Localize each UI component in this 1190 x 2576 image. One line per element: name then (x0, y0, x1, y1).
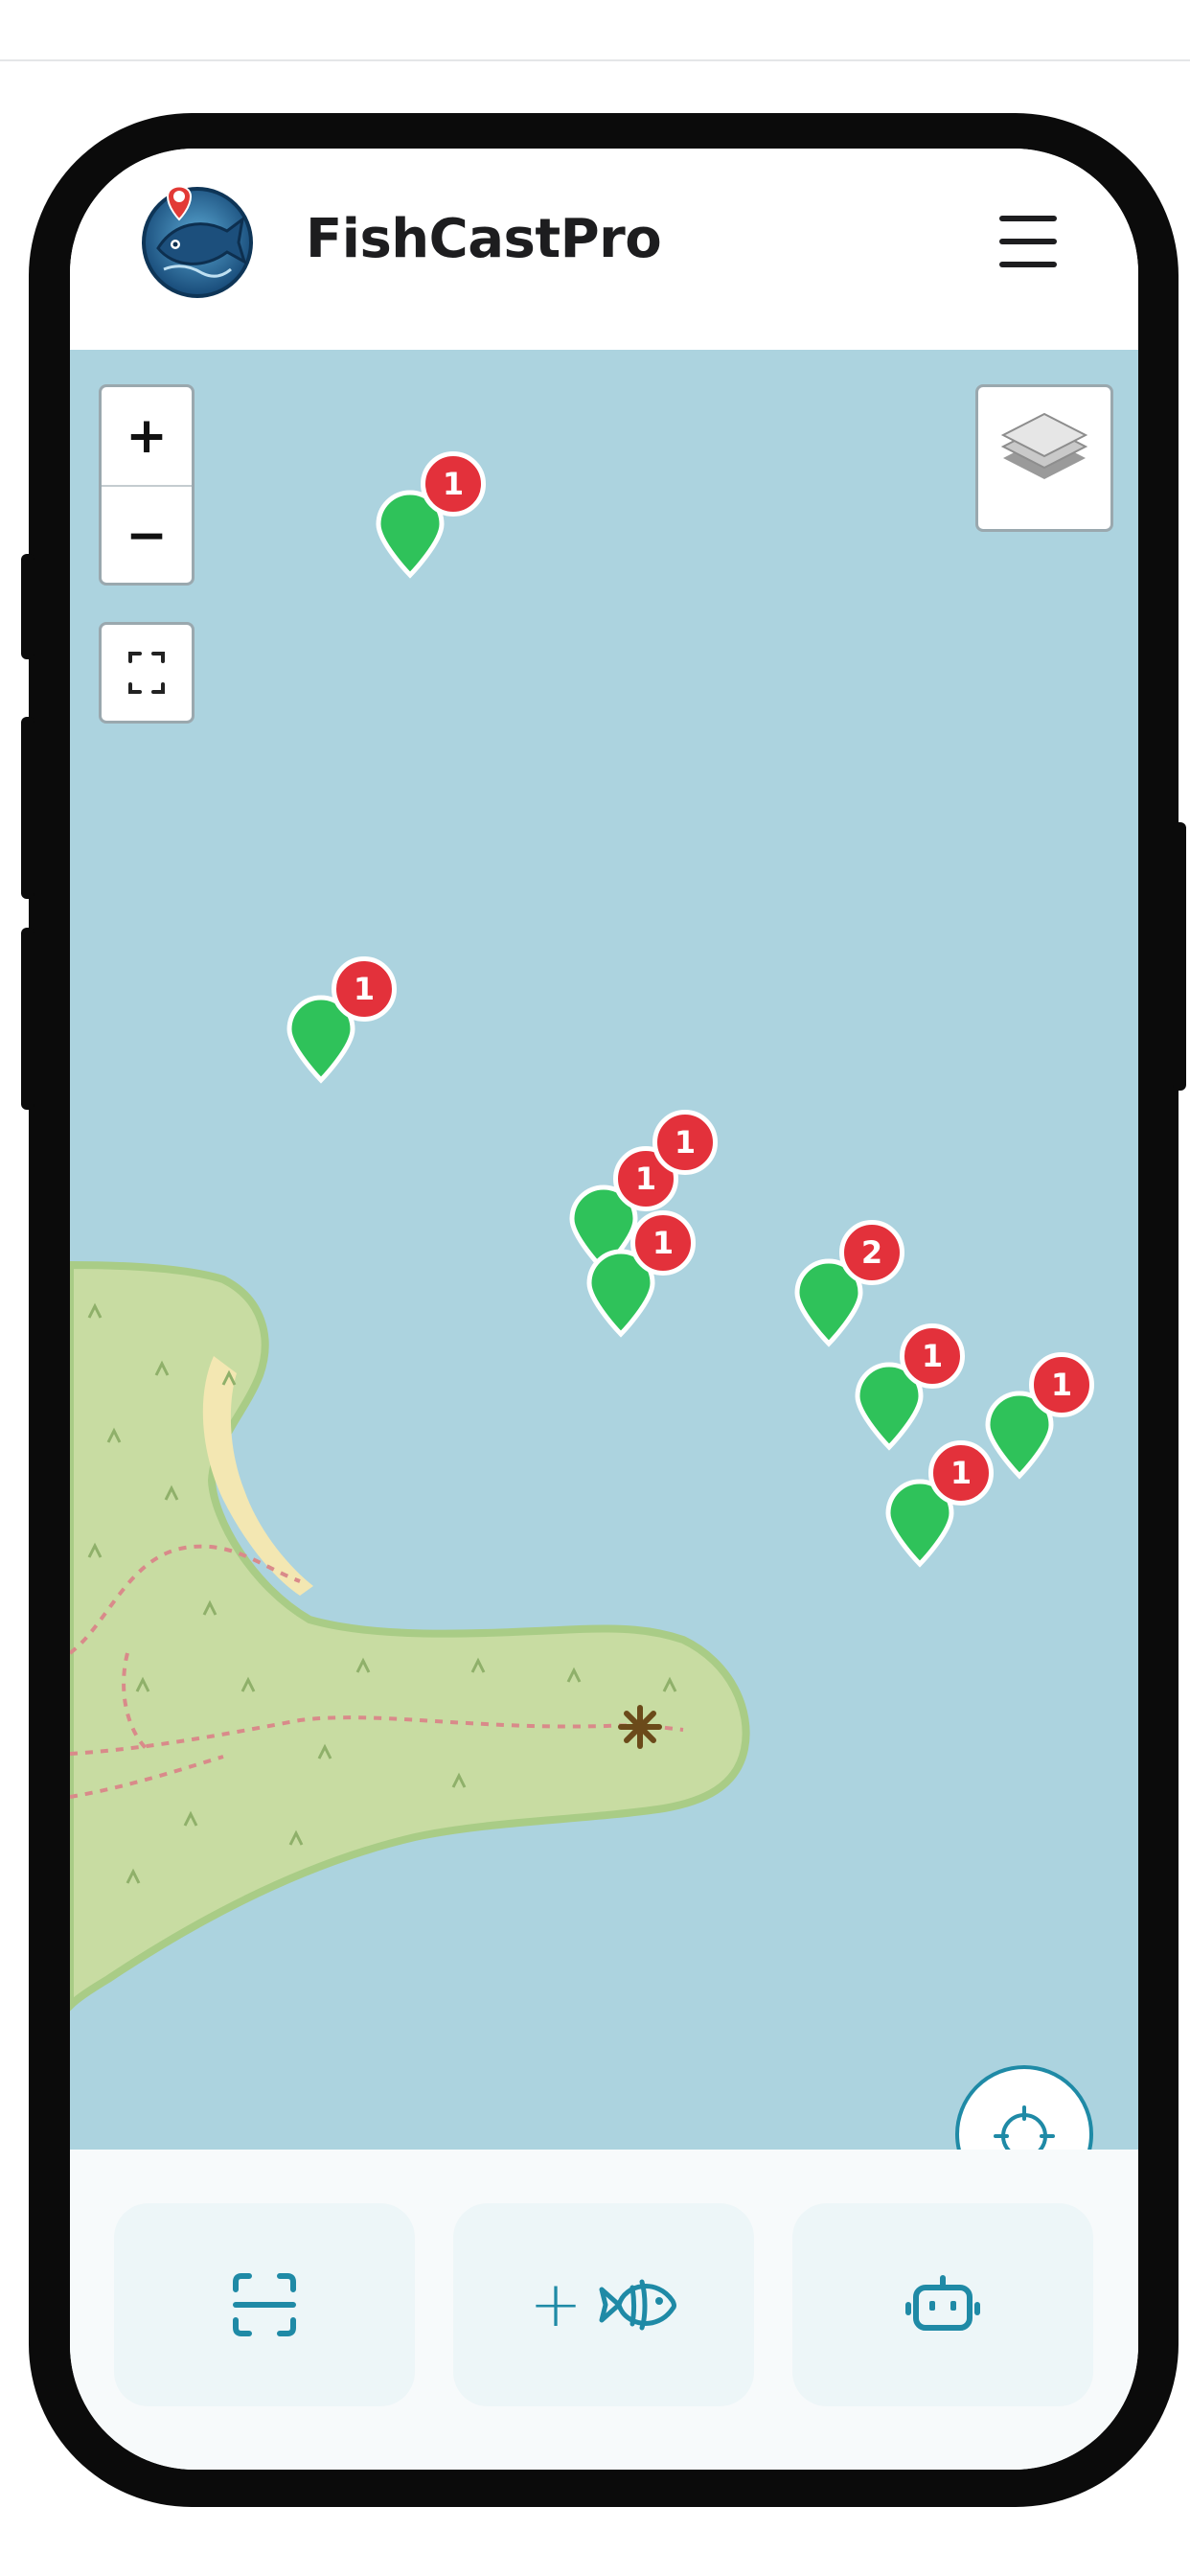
phone-side-button (21, 554, 34, 659)
bottom-action-bar: + (70, 2150, 1138, 2470)
map-view[interactable]: + − 1 1 1 1 1 2 1 1 1 (70, 350, 1138, 2150)
hamburger-menu-icon[interactable] (999, 216, 1061, 267)
fullscreen-button[interactable] (99, 622, 195, 724)
marker-count-badge: 1 (421, 451, 486, 517)
ai-assistant-button[interactable] (792, 2203, 1093, 2406)
zoom-controls: + − (99, 384, 195, 586)
phone-side-button (21, 717, 34, 899)
map-area-label (292, 1586, 303, 1628)
top-divider (0, 59, 1190, 61)
fish-icon (599, 2279, 676, 2331)
scan-icon (233, 2273, 296, 2336)
crosshair-icon (994, 2105, 1055, 2150)
fish-location-logo-icon (135, 173, 260, 298)
phone-side-button (21, 928, 34, 1110)
app-title: FishCastPro (306, 208, 662, 270)
marker-count-badge: 1 (928, 1440, 994, 1506)
layers-button[interactable] (975, 384, 1113, 532)
marker-count-badge: 1 (900, 1323, 965, 1389)
phone-screen: FishCastPro + − 1 1 1 1 1 2 1 1 1 + (70, 149, 1138, 2470)
marker-count-badge: 1 (1029, 1352, 1094, 1417)
marker-count-badge: 1 (652, 1110, 718, 1175)
fullscreen-icon (128, 652, 165, 694)
map-poi-label (549, 1759, 741, 1797)
zoom-out-button[interactable]: − (102, 487, 192, 585)
layers-icon (1000, 412, 1088, 479)
add-catch-button[interactable]: + (453, 2203, 754, 2406)
add-label: + (529, 2267, 583, 2341)
marker-count-badge: 1 (332, 956, 397, 1022)
robot-icon (905, 2275, 980, 2331)
marker-count-badge: 1 (630, 1210, 696, 1276)
marker-count-badge: 2 (839, 1220, 904, 1285)
app-header: FishCastPro (70, 149, 1138, 350)
locate-me-button[interactable] (955, 2065, 1093, 2150)
phone-side-button (1173, 822, 1186, 1091)
zoom-in-button[interactable]: + (102, 387, 192, 485)
scan-button[interactable] (114, 2203, 415, 2406)
